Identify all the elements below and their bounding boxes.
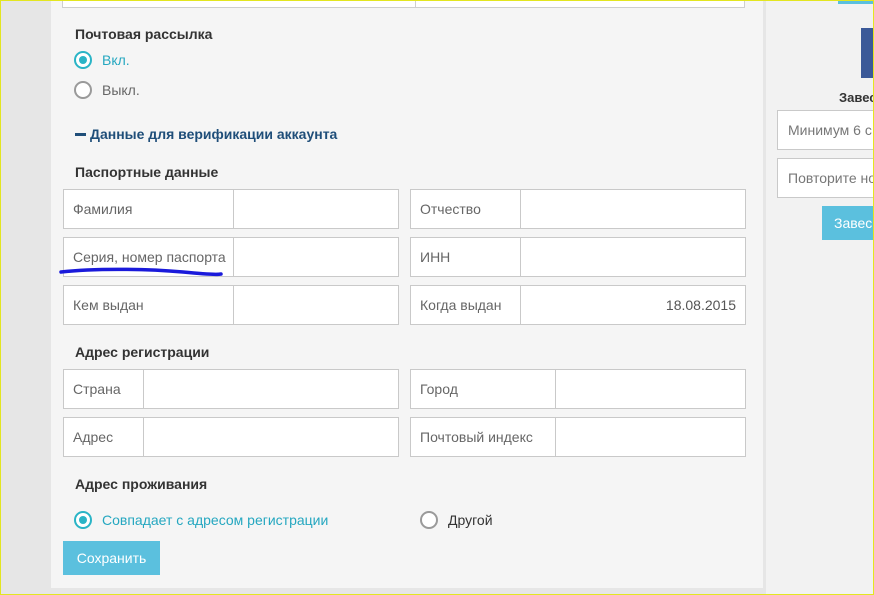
- patronymic-field: Отчество: [410, 189, 746, 229]
- surname-input[interactable]: [234, 190, 398, 228]
- city-label: Город: [411, 370, 556, 408]
- sidebar-title: Завес: [839, 90, 874, 105]
- country-field: Страна: [63, 369, 399, 409]
- password-input[interactable]: [777, 110, 874, 150]
- save-button[interactable]: Сохранить: [63, 541, 160, 575]
- radio-checked-icon: [74, 51, 92, 69]
- issue-date-label: Когда выдан: [411, 286, 521, 324]
- patronymic-input[interactable]: [521, 190, 745, 228]
- inn-field: ИНН: [410, 237, 746, 277]
- mailing-on-radio[interactable]: Вкл.: [74, 51, 130, 69]
- mailing-on-label: Вкл.: [102, 52, 130, 68]
- postal-label: Почтовый индекс: [411, 418, 556, 456]
- patronymic-label: Отчество: [411, 190, 521, 228]
- issue-date-field: Когда выдан: [410, 285, 746, 325]
- city-input[interactable]: [556, 370, 745, 408]
- address-input[interactable]: [144, 418, 398, 456]
- issued-by-input[interactable]: [234, 286, 398, 324]
- verification-toggle-label: Данные для верификации аккаунта: [90, 126, 338, 142]
- residence-title: Адрес проживания: [75, 476, 208, 492]
- address-label: Адрес: [64, 418, 144, 456]
- surname-label: Фамилия: [64, 190, 234, 228]
- address-field: Адрес: [63, 417, 399, 457]
- issued-by-label: Кем выдан: [64, 286, 234, 324]
- radio-checked-icon: [74, 511, 92, 529]
- country-label: Страна: [64, 370, 144, 408]
- residence-same-label: Совпадает с адресом регистрации: [102, 512, 329, 528]
- sidebar: Завес Завес: [766, 0, 874, 595]
- country-input[interactable]: [144, 370, 398, 408]
- sidebar-top-button[interactable]: [838, 0, 874, 4]
- top-field-right: [415, 0, 745, 8]
- minus-icon: [75, 132, 86, 136]
- residence-other-radio[interactable]: Другой: [420, 511, 493, 529]
- repeat-password-input[interactable]: [777, 158, 874, 198]
- postal-input[interactable]: [556, 418, 745, 456]
- sidebar-submit-button[interactable]: Завес: [822, 206, 874, 240]
- mailing-off-radio[interactable]: Выкл.: [74, 81, 140, 99]
- mailing-off-label: Выкл.: [102, 82, 140, 98]
- inn-input[interactable]: [521, 238, 745, 276]
- passport-title: Паспортные данные: [75, 164, 219, 180]
- issued-by-field: Кем выдан: [63, 285, 399, 325]
- registration-title: Адрес регистрации: [75, 344, 210, 360]
- verification-toggle[interactable]: Данные для верификации аккаунта: [75, 126, 337, 142]
- sidebar-social-block[interactable]: [861, 28, 874, 78]
- postal-field: Почтовый индекс: [410, 417, 746, 457]
- top-field-left: [62, 0, 418, 8]
- inn-label: ИНН: [411, 238, 521, 276]
- passport-number-input[interactable]: [234, 238, 398, 276]
- radio-unchecked-icon: [74, 81, 92, 99]
- surname-field: Фамилия: [63, 189, 399, 229]
- mailing-title: Почтовая рассылка: [75, 26, 213, 42]
- residence-other-label: Другой: [448, 512, 493, 528]
- city-field: Город: [410, 369, 746, 409]
- residence-same-radio[interactable]: Совпадает с адресом регистрации: [74, 511, 328, 529]
- radio-unchecked-icon: [420, 511, 438, 529]
- issue-date-input[interactable]: [521, 286, 745, 324]
- annotation-underline: [59, 267, 223, 277]
